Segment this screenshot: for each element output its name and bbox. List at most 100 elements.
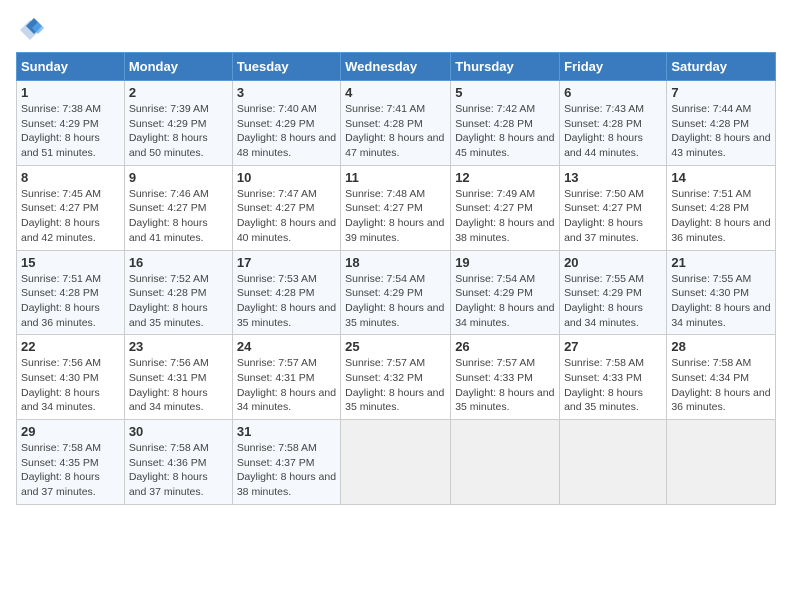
day-number: 11 (345, 170, 446, 185)
logo (16, 16, 48, 44)
day-info: Sunrise: 7:56 AM Sunset: 4:30 PM Dayligh… (21, 356, 120, 415)
calendar-cell: 25 Sunrise: 7:57 AM Sunset: 4:32 PM Dayl… (341, 335, 451, 420)
day-number: 20 (564, 255, 662, 270)
day-header-sunday: Sunday (17, 53, 125, 81)
day-info: Sunrise: 7:45 AM Sunset: 4:27 PM Dayligh… (21, 187, 120, 246)
calendar-cell: 5 Sunrise: 7:42 AM Sunset: 4:28 PM Dayli… (451, 81, 560, 166)
calendar-cell (667, 420, 776, 505)
calendar-cell: 2 Sunrise: 7:39 AM Sunset: 4:29 PM Dayli… (124, 81, 232, 166)
calendar-cell: 20 Sunrise: 7:55 AM Sunset: 4:29 PM Dayl… (560, 250, 667, 335)
calendar-cell: 26 Sunrise: 7:57 AM Sunset: 4:33 PM Dayl… (451, 335, 560, 420)
day-info: Sunrise: 7:38 AM Sunset: 4:29 PM Dayligh… (21, 102, 120, 161)
day-number: 30 (129, 424, 228, 439)
day-number: 19 (455, 255, 555, 270)
day-info: Sunrise: 7:52 AM Sunset: 4:28 PM Dayligh… (129, 272, 228, 331)
day-info: Sunrise: 7:50 AM Sunset: 4:27 PM Dayligh… (564, 187, 662, 246)
calendar-week-5: 29 Sunrise: 7:58 AM Sunset: 4:35 PM Dayl… (17, 420, 776, 505)
calendar-cell: 10 Sunrise: 7:47 AM Sunset: 4:27 PM Dayl… (232, 165, 340, 250)
calendar-cell: 31 Sunrise: 7:58 AM Sunset: 4:37 PM Dayl… (232, 420, 340, 505)
day-number: 6 (564, 85, 662, 100)
day-number: 27 (564, 339, 662, 354)
calendar-cell: 1 Sunrise: 7:38 AM Sunset: 4:29 PM Dayli… (17, 81, 125, 166)
calendar-week-2: 8 Sunrise: 7:45 AM Sunset: 4:27 PM Dayli… (17, 165, 776, 250)
day-number: 17 (237, 255, 336, 270)
day-header-friday: Friday (560, 53, 667, 81)
day-number: 26 (455, 339, 555, 354)
day-header-thursday: Thursday (451, 53, 560, 81)
calendar-cell (341, 420, 451, 505)
calendar-cell: 13 Sunrise: 7:50 AM Sunset: 4:27 PM Dayl… (560, 165, 667, 250)
calendar-cell: 19 Sunrise: 7:54 AM Sunset: 4:29 PM Dayl… (451, 250, 560, 335)
calendar-cell: 27 Sunrise: 7:58 AM Sunset: 4:33 PM Dayl… (560, 335, 667, 420)
day-info: Sunrise: 7:57 AM Sunset: 4:33 PM Dayligh… (455, 356, 555, 415)
day-info: Sunrise: 7:58 AM Sunset: 4:36 PM Dayligh… (129, 441, 228, 500)
page-header (16, 16, 776, 44)
calendar-cell: 14 Sunrise: 7:51 AM Sunset: 4:28 PM Dayl… (667, 165, 776, 250)
calendar-header-row: SundayMondayTuesdayWednesdayThursdayFrid… (17, 53, 776, 81)
day-info: Sunrise: 7:54 AM Sunset: 4:29 PM Dayligh… (345, 272, 446, 331)
day-number: 16 (129, 255, 228, 270)
day-number: 13 (564, 170, 662, 185)
calendar-cell: 6 Sunrise: 7:43 AM Sunset: 4:28 PM Dayli… (560, 81, 667, 166)
day-info: Sunrise: 7:42 AM Sunset: 4:28 PM Dayligh… (455, 102, 555, 161)
day-number: 12 (455, 170, 555, 185)
day-number: 18 (345, 255, 446, 270)
calendar-cell: 16 Sunrise: 7:52 AM Sunset: 4:28 PM Dayl… (124, 250, 232, 335)
day-info: Sunrise: 7:57 AM Sunset: 4:31 PM Dayligh… (237, 356, 336, 415)
day-number: 4 (345, 85, 446, 100)
day-number: 8 (21, 170, 120, 185)
day-info: Sunrise: 7:51 AM Sunset: 4:28 PM Dayligh… (21, 272, 120, 331)
day-number: 22 (21, 339, 120, 354)
calendar-cell: 28 Sunrise: 7:58 AM Sunset: 4:34 PM Dayl… (667, 335, 776, 420)
day-number: 15 (21, 255, 120, 270)
calendar-cell: 8 Sunrise: 7:45 AM Sunset: 4:27 PM Dayli… (17, 165, 125, 250)
day-number: 28 (671, 339, 771, 354)
day-number: 25 (345, 339, 446, 354)
calendar-cell (451, 420, 560, 505)
day-info: Sunrise: 7:48 AM Sunset: 4:27 PM Dayligh… (345, 187, 446, 246)
day-number: 23 (129, 339, 228, 354)
day-number: 31 (237, 424, 336, 439)
day-info: Sunrise: 7:55 AM Sunset: 4:29 PM Dayligh… (564, 272, 662, 331)
day-header-tuesday: Tuesday (232, 53, 340, 81)
calendar-body: 1 Sunrise: 7:38 AM Sunset: 4:29 PM Dayli… (17, 81, 776, 505)
calendar-week-3: 15 Sunrise: 7:51 AM Sunset: 4:28 PM Dayl… (17, 250, 776, 335)
calendar-cell: 15 Sunrise: 7:51 AM Sunset: 4:28 PM Dayl… (17, 250, 125, 335)
day-info: Sunrise: 7:44 AM Sunset: 4:28 PM Dayligh… (671, 102, 771, 161)
day-number: 7 (671, 85, 771, 100)
calendar-cell: 11 Sunrise: 7:48 AM Sunset: 4:27 PM Dayl… (341, 165, 451, 250)
day-number: 14 (671, 170, 771, 185)
calendar-cell: 30 Sunrise: 7:58 AM Sunset: 4:36 PM Dayl… (124, 420, 232, 505)
calendar-table: SundayMondayTuesdayWednesdayThursdayFrid… (16, 52, 776, 505)
calendar-cell: 12 Sunrise: 7:49 AM Sunset: 4:27 PM Dayl… (451, 165, 560, 250)
day-number: 5 (455, 85, 555, 100)
day-number: 10 (237, 170, 336, 185)
day-info: Sunrise: 7:53 AM Sunset: 4:28 PM Dayligh… (237, 272, 336, 331)
day-info: Sunrise: 7:49 AM Sunset: 4:27 PM Dayligh… (455, 187, 555, 246)
calendar-cell: 7 Sunrise: 7:44 AM Sunset: 4:28 PM Dayli… (667, 81, 776, 166)
day-info: Sunrise: 7:58 AM Sunset: 4:33 PM Dayligh… (564, 356, 662, 415)
calendar-cell: 22 Sunrise: 7:56 AM Sunset: 4:30 PM Dayl… (17, 335, 125, 420)
day-info: Sunrise: 7:40 AM Sunset: 4:29 PM Dayligh… (237, 102, 336, 161)
calendar-week-1: 1 Sunrise: 7:38 AM Sunset: 4:29 PM Dayli… (17, 81, 776, 166)
day-info: Sunrise: 7:58 AM Sunset: 4:35 PM Dayligh… (21, 441, 120, 500)
day-info: Sunrise: 7:46 AM Sunset: 4:27 PM Dayligh… (129, 187, 228, 246)
calendar-cell: 4 Sunrise: 7:41 AM Sunset: 4:28 PM Dayli… (341, 81, 451, 166)
day-info: Sunrise: 7:39 AM Sunset: 4:29 PM Dayligh… (129, 102, 228, 161)
calendar-week-4: 22 Sunrise: 7:56 AM Sunset: 4:30 PM Dayl… (17, 335, 776, 420)
day-info: Sunrise: 7:54 AM Sunset: 4:29 PM Dayligh… (455, 272, 555, 331)
day-info: Sunrise: 7:58 AM Sunset: 4:37 PM Dayligh… (237, 441, 336, 500)
day-info: Sunrise: 7:47 AM Sunset: 4:27 PM Dayligh… (237, 187, 336, 246)
day-number: 9 (129, 170, 228, 185)
day-header-saturday: Saturday (667, 53, 776, 81)
logo-icon (16, 16, 44, 44)
calendar-cell: 23 Sunrise: 7:56 AM Sunset: 4:31 PM Dayl… (124, 335, 232, 420)
day-info: Sunrise: 7:43 AM Sunset: 4:28 PM Dayligh… (564, 102, 662, 161)
day-info: Sunrise: 7:55 AM Sunset: 4:30 PM Dayligh… (671, 272, 771, 331)
day-number: 2 (129, 85, 228, 100)
calendar-cell: 3 Sunrise: 7:40 AM Sunset: 4:29 PM Dayli… (232, 81, 340, 166)
day-number: 21 (671, 255, 771, 270)
day-number: 3 (237, 85, 336, 100)
day-number: 1 (21, 85, 120, 100)
calendar-cell: 24 Sunrise: 7:57 AM Sunset: 4:31 PM Dayl… (232, 335, 340, 420)
